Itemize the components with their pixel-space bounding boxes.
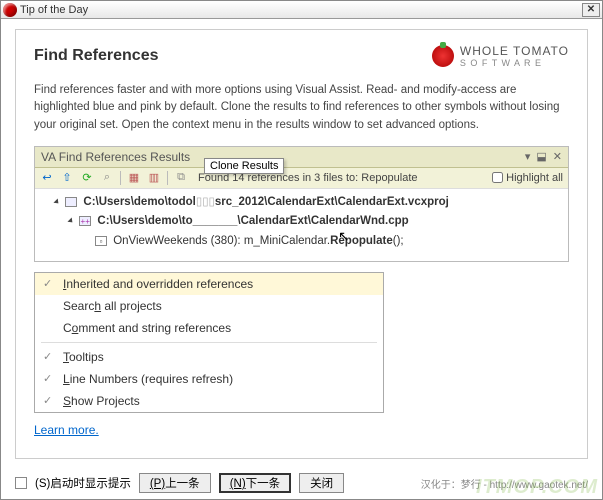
project-icon [65,197,77,207]
ref-icon: ▫ [95,236,107,246]
clone-icon[interactable]: ⧉ [174,171,188,185]
startup-checkbox[interactable] [15,477,27,489]
menu-item-tooltips[interactable]: ✓Tooltips [35,346,383,368]
credit-text: 汉化于：梦行 - http://www.gaotek.net/ [421,476,588,491]
tree-row-reference[interactable]: ▫ OnViewWeekends (380): m_MiniCalendar.R… [41,232,562,252]
dropdown-icon[interactable]: ▾ [525,150,531,163]
expand-icon[interactable]: ▥ [147,171,161,185]
menu-separator [41,342,377,343]
menu-item-comments[interactable]: Comment and string references [35,317,383,339]
context-menu: ✓Inherited and overridden references Sea… [34,272,384,413]
refresh-icon[interactable]: ⟳ [80,171,94,185]
check-icon: ✓ [43,394,52,407]
highlight-label: Highlight all [506,172,563,184]
expander-icon[interactable] [53,198,60,205]
app-icon [3,3,17,17]
close-button[interactable]: 关闭 [299,473,344,493]
window-title: Tip of the Day [20,4,88,16]
startup-label: (S)启动时显示提示 [35,475,131,491]
footer-bar: (S)启动时显示提示 (P)上一条 (N)下一条 关闭 汉化于：梦行 - htt… [1,473,602,493]
menu-item-linenumbers[interactable]: ✓Line Numbers (requires refresh) [35,368,383,390]
panel-title-bar: VA Find References Results ▾ ⬓ ✕ [35,147,568,168]
page-title: Find References [34,47,158,65]
highlight-checkbox[interactable] [492,172,503,183]
collapse-icon[interactable]: ▦ [127,171,141,185]
pin-icon[interactable]: ⬓ [536,150,546,163]
tree-row-project[interactable]: C:\Users\demo\todol▯▯▯src_2012\CalendarE… [41,193,562,213]
check-icon: ✓ [43,277,52,290]
check-icon: ✓ [43,350,52,363]
description-text: Find references faster and with more opt… [34,82,569,134]
menu-item-inherited[interactable]: ✓Inherited and overridden references [35,273,383,295]
panel-toolbar: ↩ ⇧ ⟳ ⌕ ▦ ▥ ⧉ Found 14 references in 3 f… [35,168,568,189]
close-icon[interactable]: ✕ [582,3,600,17]
tomato-icon [432,45,454,67]
logo-line1: WHOLE TOMATO [460,44,569,58]
expander-icon[interactable] [67,218,74,225]
goto-icon[interactable]: ↩ [40,171,54,185]
logo-line2: S O F T W A R E [460,58,569,68]
title-bar: Tip of the Day ✕ [1,1,602,19]
next-button[interactable]: (N)下一条 [219,473,291,493]
file-icon: ++ [79,216,91,226]
menu-item-search-all[interactable]: Search all projects [35,295,383,317]
learn-more-link[interactable]: Learn more. [34,423,99,437]
panel-title-text: VA Find References Results [41,150,190,164]
search-icon[interactable]: ⌕ [100,171,114,185]
close-panel-icon[interactable]: ✕ [553,150,562,163]
prev-button[interactable]: (P)上一条 [139,473,211,493]
separator [120,171,121,185]
results-panel: VA Find References Results ▾ ⬓ ✕ ↩ ⇧ ⟳ ⌕… [34,146,569,263]
content-pane: Find References WHOLE TOMATO S O F T W A… [15,29,588,459]
menu-item-showprojects[interactable]: ✓Show Projects [35,390,383,412]
up-icon[interactable]: ⇧ [60,171,74,185]
tree-row-file[interactable]: ++ C:\Users\demo\to_______\CalendarExt\C… [41,212,562,232]
brand-logo: WHOLE TOMATO S O F T W A R E [432,44,569,68]
tooltip: Clone Results [204,158,284,174]
separator [167,171,168,185]
check-icon: ✓ [43,372,52,385]
results-tree[interactable]: C:\Users\demo\todol▯▯▯src_2012\CalendarE… [35,189,568,262]
